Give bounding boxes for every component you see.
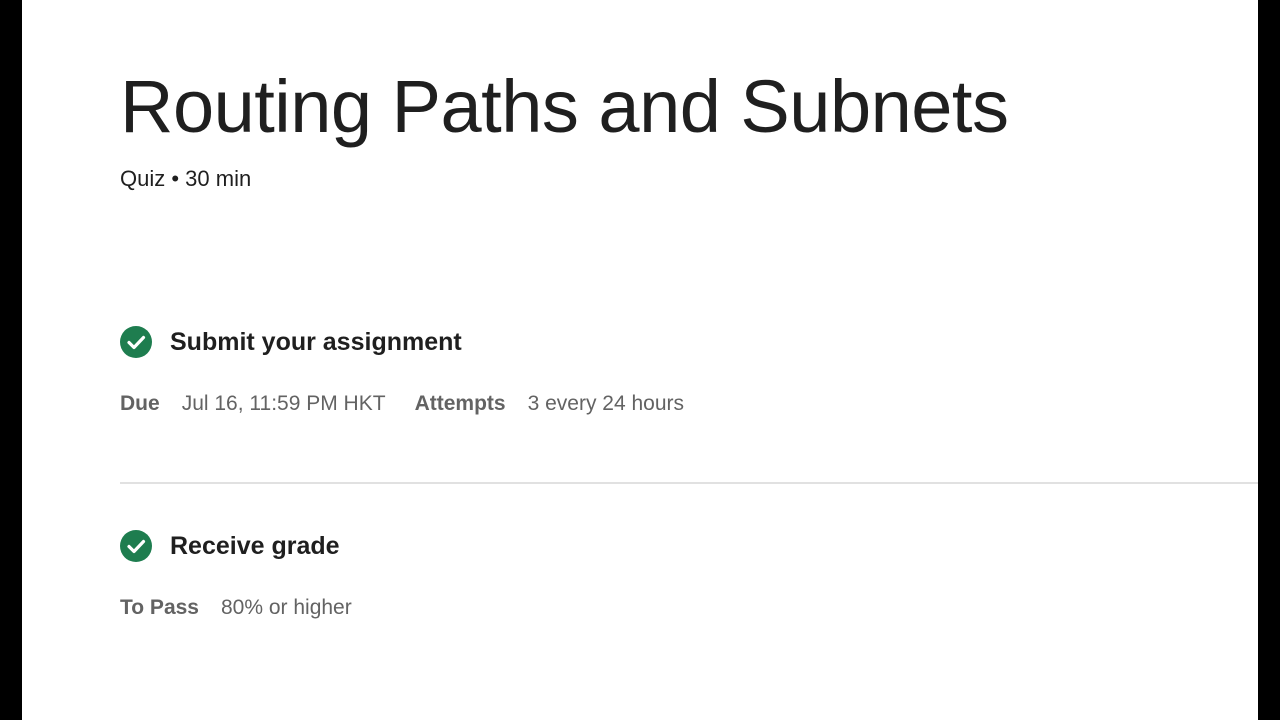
step-title: Receive grade <box>170 531 340 560</box>
page-title: Routing Paths and Subnets <box>120 65 1009 148</box>
quiz-duration-label: Quiz • 30 min <box>120 166 252 191</box>
to-pass-value: 80% or higher <box>220 596 352 619</box>
check-circle-icon <box>120 326 152 358</box>
step-meta: To Pass 80% or higher <box>120 596 352 620</box>
to-pass-label: To Pass <box>120 596 199 619</box>
divider <box>120 482 1258 484</box>
step-receive-grade: Receive grade To Pass 80% or higher <box>120 530 352 620</box>
attempts-label: Attempts <box>414 392 506 415</box>
due-label: Due <box>120 392 160 415</box>
step-meta: Due Jul 16, 11:59 PM HKT Attempts 3 ever… <box>120 392 684 416</box>
attempts-value: 3 every 24 hours <box>527 392 685 415</box>
check-circle-icon <box>120 530 152 562</box>
step-submit-assignment: Submit your assignment Due Jul 16, 11:59… <box>120 326 684 416</box>
quiz-overview-page: Routing Paths and Subnets Quiz • 30 min … <box>22 0 1258 720</box>
step-title: Submit your assignment <box>170 327 462 356</box>
due-value: Jul 16, 11:59 PM HKT <box>181 392 386 415</box>
